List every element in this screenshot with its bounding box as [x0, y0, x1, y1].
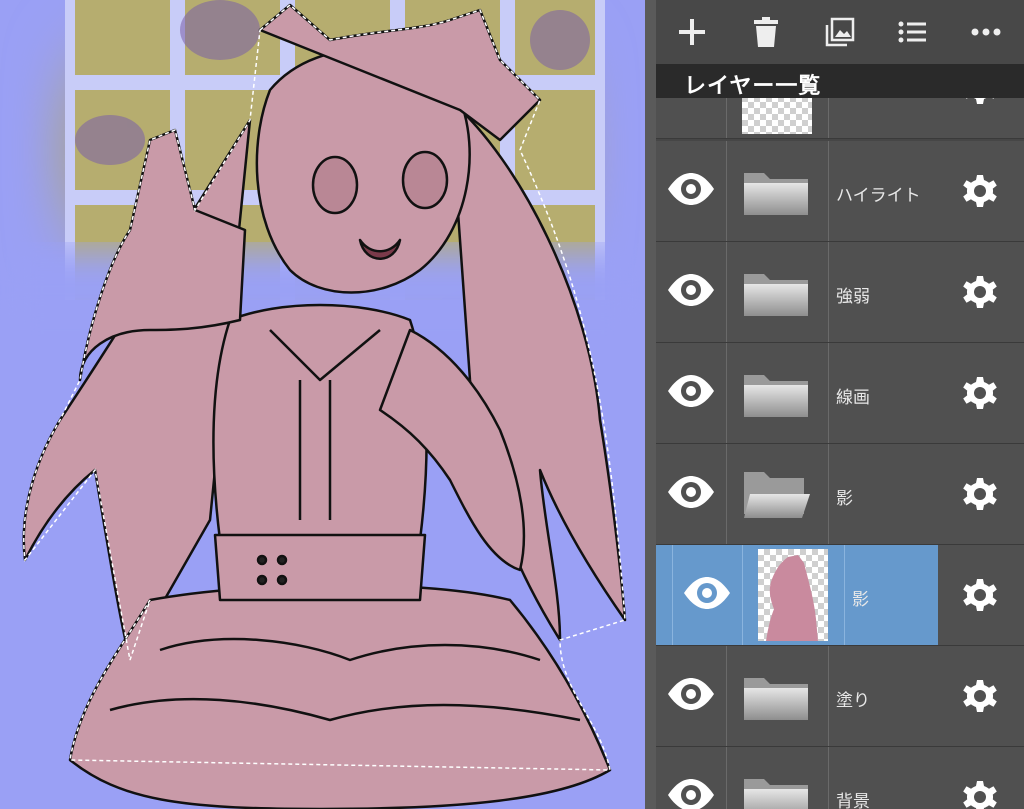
- layer-row[interactable]: 線画: [656, 343, 1024, 444]
- layer-thumbnail: [758, 549, 828, 641]
- folder-icon: [744, 678, 808, 720]
- more-icon: [971, 28, 1001, 36]
- layer-name: 線画: [836, 388, 870, 408]
- layer-name: 影: [836, 489, 853, 509]
- more-button[interactable]: [966, 12, 1006, 52]
- eye-icon[interactable]: [666, 777, 716, 809]
- layer-list-button[interactable]: [892, 12, 932, 52]
- layer-list[interactable]: ハイライト 強弱 線画 影 影 塗り 背景: [656, 98, 1024, 809]
- layer-name: 強弱: [836, 287, 870, 307]
- layer-name: 塗り: [836, 691, 870, 711]
- layer-row[interactable]: 影: [656, 444, 1024, 545]
- gear-icon[interactable]: [962, 274, 998, 310]
- eye-icon[interactable]: [666, 373, 716, 409]
- drawing-canvas[interactable]: [0, 0, 645, 809]
- artwork: [0, 0, 645, 809]
- layer-panel: レイヤー一覧 ハイライト 強弱 線画 影 影 塗り 背景: [656, 0, 1024, 809]
- layer-name: ハイライト: [836, 186, 921, 206]
- panel-title: レイヤー一覧: [684, 74, 822, 99]
- layer-row[interactable]: ハイライト: [656, 141, 1024, 242]
- folder-icon: [744, 274, 808, 316]
- layer-image-button[interactable]: [820, 12, 860, 52]
- trash-icon: [754, 17, 778, 47]
- eye-icon[interactable]: [666, 474, 716, 510]
- eye-icon[interactable]: [682, 575, 732, 611]
- layer-row[interactable]: [656, 98, 1024, 139]
- gear-icon[interactable]: [962, 476, 998, 512]
- layer-row-selected[interactable]: 影: [656, 545, 1024, 646]
- layer-name: 影: [852, 590, 869, 610]
- gear-icon[interactable]: [962, 678, 998, 714]
- image-icon: [825, 17, 855, 47]
- gear-icon[interactable]: [962, 98, 998, 106]
- gear-icon[interactable]: [962, 173, 998, 209]
- eye-icon[interactable]: [666, 676, 716, 712]
- layer-row[interactable]: 塗り: [656, 646, 1024, 747]
- gear-icon[interactable]: [962, 375, 998, 411]
- gear-icon[interactable]: [962, 577, 998, 613]
- folder-icon: [744, 779, 808, 809]
- plus-icon: [679, 19, 705, 45]
- canvas-area[interactable]: [0, 0, 656, 809]
- add-layer-button[interactable]: [672, 12, 712, 52]
- layer-name: 背景: [836, 792, 870, 809]
- folder-open-icon: [744, 472, 810, 518]
- thumbnail-silhouette: [766, 555, 818, 641]
- folder-icon: [744, 173, 808, 215]
- layer-toolbar: [656, 0, 1024, 64]
- list-icon: [898, 21, 926, 43]
- gear-icon[interactable]: [962, 779, 998, 809]
- eye-icon[interactable]: [666, 171, 716, 207]
- layer-row[interactable]: 背景: [656, 747, 1024, 809]
- folder-icon: [744, 375, 808, 417]
- layer-row[interactable]: 強弱: [656, 242, 1024, 343]
- panel-header: レイヤー一覧: [656, 64, 1024, 99]
- canvas-divider: [645, 0, 656, 809]
- layer-thumbnail: [742, 98, 812, 134]
- eye-icon[interactable]: [666, 272, 716, 308]
- delete-layer-button[interactable]: [746, 12, 786, 52]
